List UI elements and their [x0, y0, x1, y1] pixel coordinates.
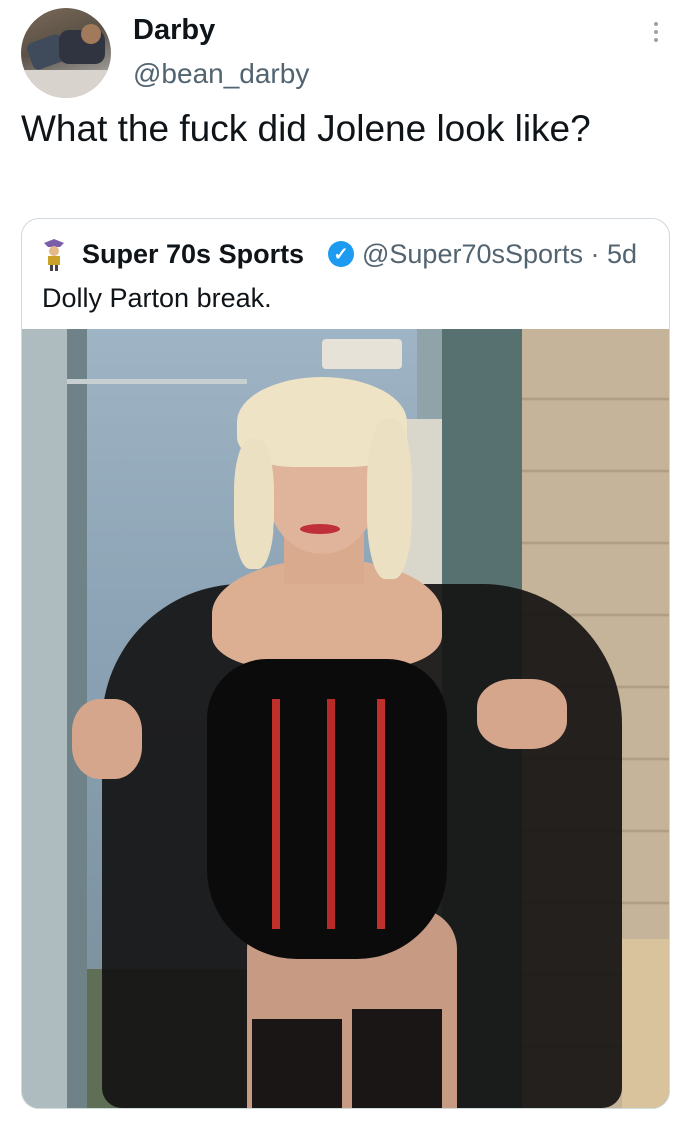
quoted-tweet[interactable]: Super 70s Sports ✓ @Super70sSports · 5d … [21, 218, 670, 1109]
more-vertical-icon[interactable] [652, 22, 660, 48]
author-name[interactable]: Darby [133, 14, 215, 47]
author-avatar[interactable] [21, 8, 111, 98]
author-handle[interactable]: @bean_darby [133, 58, 309, 90]
quoted-handle-time[interactable]: @Super70sSports · 5d [362, 239, 637, 270]
quoted-tweet-text: Dolly Parton break. [42, 283, 272, 313]
verified-badge-icon: ✓ [328, 241, 354, 267]
quoted-author-avatar[interactable] [42, 239, 66, 271]
quoted-author-name[interactable]: Super 70s Sports [82, 239, 304, 270]
tweet-text: What the fuck did Jolene look like? [21, 108, 591, 149]
quoted-photo[interactable] [22, 329, 669, 1108]
